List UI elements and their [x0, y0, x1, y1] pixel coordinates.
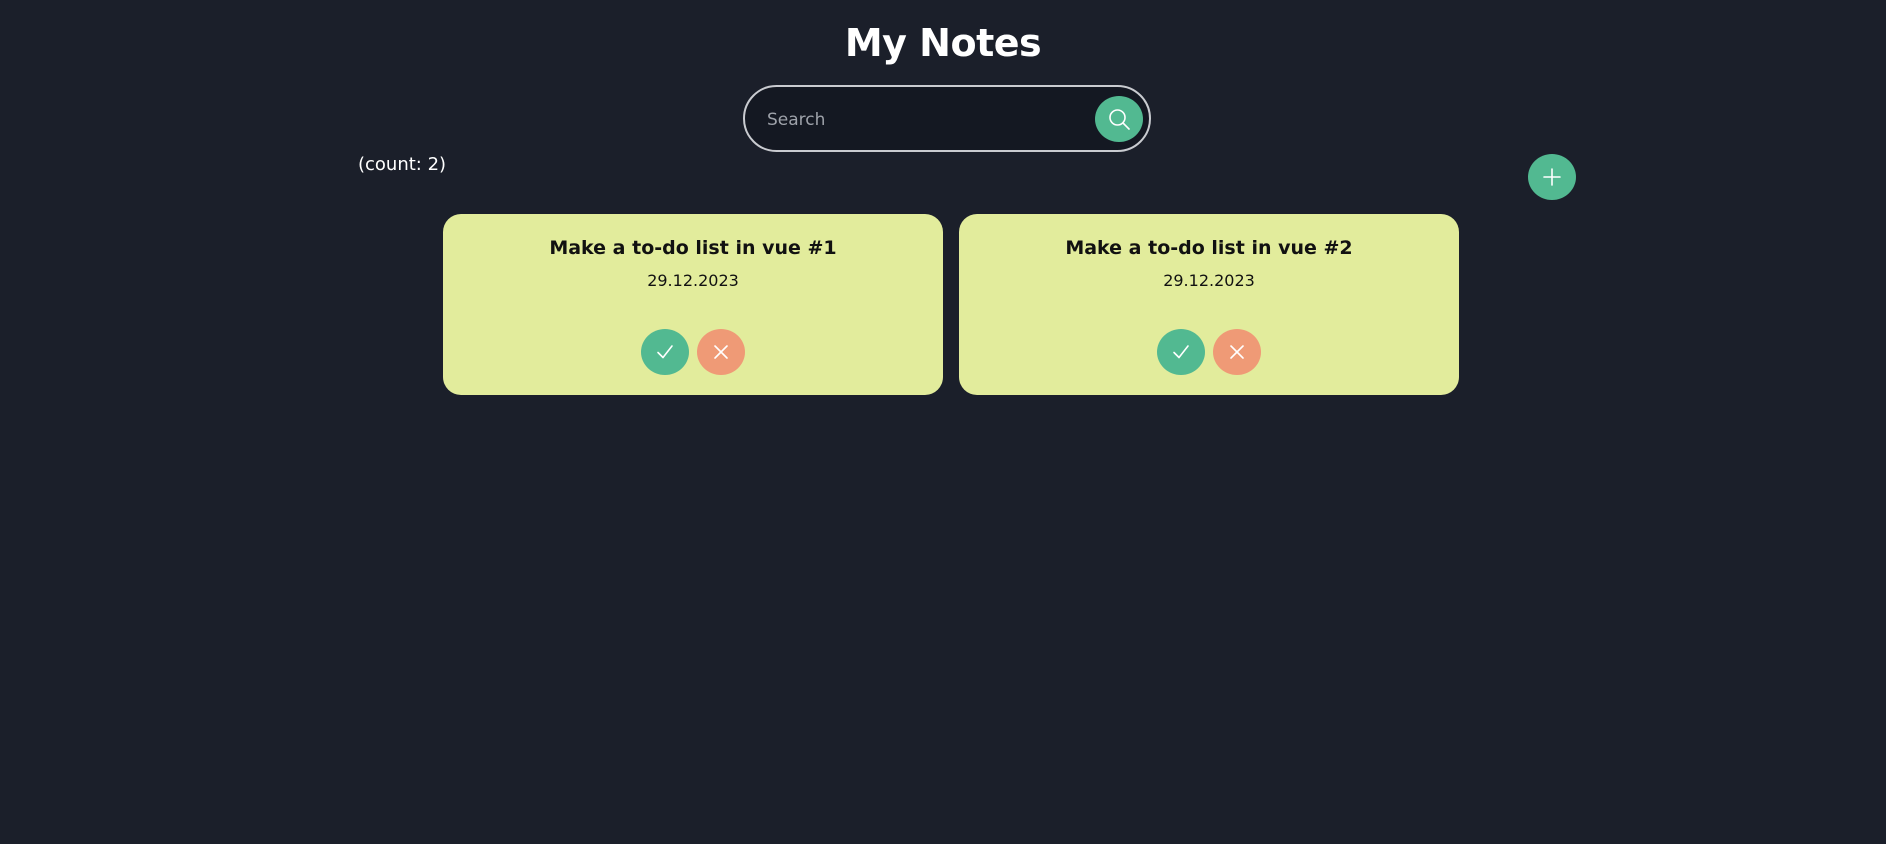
search-input[interactable]	[765, 101, 1069, 139]
note-title: Make a to-do list in vue #1	[549, 237, 837, 259]
notes-page: My Notes (count: 2) Make a to-do list in…	[0, 0, 1886, 844]
note-card: Make a to-do list in vue #1 29.12.2023	[443, 214, 943, 395]
mark-done-button[interactable]	[1157, 329, 1205, 375]
note-date: 29.12.2023	[647, 271, 739, 290]
close-icon	[714, 345, 728, 359]
delete-note-button[interactable]	[1213, 329, 1261, 375]
plus-icon	[1543, 168, 1561, 186]
close-icon	[1230, 345, 1244, 359]
note-actions	[443, 329, 943, 375]
mark-done-button[interactable]	[641, 329, 689, 375]
page-title: My Notes	[844, 21, 1042, 65]
note-card: Make a to-do list in vue #2 29.12.2023	[959, 214, 1459, 395]
note-actions	[959, 329, 1459, 375]
search-button[interactable]	[1095, 96, 1143, 142]
delete-note-button[interactable]	[697, 329, 745, 375]
notes-count: (count: 2)	[358, 154, 447, 175]
search-icon	[1109, 109, 1130, 130]
add-note-button[interactable]	[1528, 154, 1576, 200]
check-icon	[1173, 345, 1189, 359]
note-date: 29.12.2023	[1163, 271, 1255, 290]
notes-list: Make a to-do list in vue #1 29.12.2023 M…	[443, 214, 1459, 395]
check-icon	[657, 345, 673, 359]
search-box	[743, 85, 1151, 152]
note-title: Make a to-do list in vue #2	[1065, 237, 1353, 259]
